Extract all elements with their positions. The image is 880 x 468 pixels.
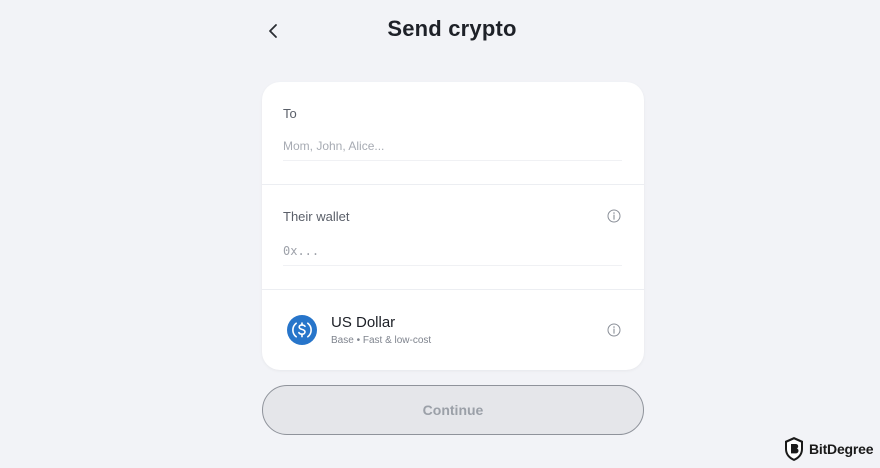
asset-selector[interactable]: US Dollar Base • Fast & low-cost (262, 290, 644, 370)
asset-name: US Dollar (331, 314, 396, 331)
continue-button[interactable]: Continue (262, 385, 644, 435)
watermark-text: BitDegree (809, 441, 874, 457)
asset-network-subtitle: Base • Fast & low-cost (331, 335, 432, 346)
bitdegree-logo-icon (785, 437, 803, 461)
wallet-section: Their wallet (262, 185, 644, 290)
recipient-section: To (262, 82, 644, 185)
usdc-coin-icon (287, 315, 317, 345)
info-icon[interactable] (607, 209, 621, 223)
page-title: Send crypto (387, 16, 517, 41)
send-form-card: To Their wallet US Dollar Base • Fast & … (262, 82, 644, 370)
recipient-input[interactable] (283, 132, 622, 161)
info-icon[interactable] (607, 323, 621, 337)
recipient-label: To (283, 106, 297, 121)
wallet-label: Their wallet (283, 209, 350, 224)
wallet-address-input[interactable] (283, 237, 622, 266)
bitdegree-watermark: BitDegree (783, 436, 874, 462)
